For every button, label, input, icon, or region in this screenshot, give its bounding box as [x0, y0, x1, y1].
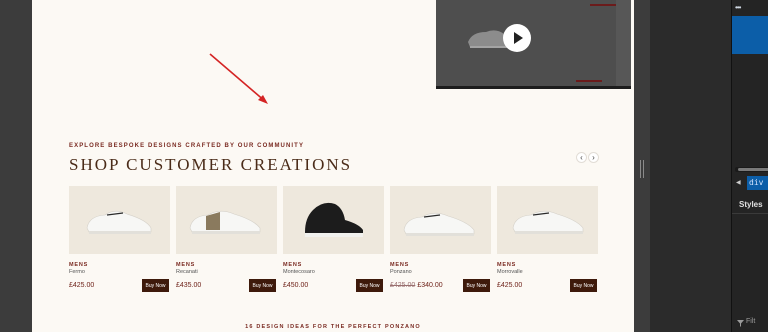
- video-accent-line: [576, 80, 602, 82]
- play-icon: [514, 32, 523, 44]
- product-image: [283, 186, 384, 254]
- devtools-scrollbar-thumb[interactable]: [738, 168, 768, 171]
- video-player[interactable]: [436, 0, 631, 89]
- sale-price: £340.00: [417, 282, 443, 289]
- product-category: MENS: [497, 262, 517, 268]
- product-category: MENS: [176, 262, 196, 268]
- product-category: MENS: [283, 262, 303, 268]
- design-ideas-link[interactable]: 16 DESIGN IDEAS FOR THE PERFECT PONZANO: [32, 324, 634, 330]
- original-price: £425.00: [390, 282, 416, 289]
- current-price: £425.00: [69, 282, 95, 289]
- product-name[interactable]: Morrovalle: [497, 269, 523, 275]
- buy-now-button[interactable]: Buy Now: [463, 279, 490, 292]
- buy-now-button[interactable]: Buy Now: [356, 279, 383, 292]
- product-image: [176, 186, 277, 254]
- current-price: £435.00: [176, 282, 202, 289]
- product-price: £425.00: [69, 282, 94, 289]
- more-options-icon[interactable]: •••: [735, 3, 741, 12]
- carousel-prev-button[interactable]: ‹: [576, 152, 587, 163]
- product-price: £425.00 £340.00: [390, 282, 443, 289]
- devtools-empty-pane: [650, 0, 731, 332]
- product-category: MENS: [69, 262, 89, 268]
- breadcrumb-element[interactable]: div: [747, 176, 768, 190]
- product-page: EXPLORE BESPOKE DESIGNS CRAFTED BY OUR C…: [32, 0, 634, 332]
- product-card[interactable]: MENS Ponzano £425.00 £340.00 Buy Now: [390, 186, 491, 296]
- product-image: [69, 186, 170, 254]
- buy-now-button[interactable]: Buy Now: [570, 279, 597, 292]
- product-name[interactable]: Fermo: [69, 269, 85, 275]
- product-card[interactable]: MENS Morrovalle £425.00 Buy Now: [497, 186, 598, 296]
- product-image: [497, 186, 598, 254]
- red-arrow-annotation: [209, 53, 268, 104]
- buy-now-button[interactable]: Buy Now: [249, 279, 276, 292]
- product-name[interactable]: Ponzano: [390, 269, 412, 275]
- product-name[interactable]: Montecosaro: [283, 269, 315, 275]
- carousel-next-button[interactable]: ›: [588, 152, 599, 163]
- chevron-left-icon: ‹: [580, 152, 583, 162]
- current-price: £425.00: [497, 282, 523, 289]
- section-eyebrow: EXPLORE BESPOKE DESIGNS CRAFTED BY OUR C…: [69, 143, 305, 149]
- product-name[interactable]: Recanati: [176, 269, 198, 275]
- product-category: MENS: [390, 262, 410, 268]
- product-card[interactable]: MENS Recanati £435.00 Buy Now: [176, 186, 277, 296]
- product-carousel: MENS Fermo £425.00 Buy Now MENS Recanati…: [69, 186, 634, 296]
- breadcrumb-back-icon[interactable]: ◀: [736, 179, 741, 186]
- play-button[interactable]: [503, 24, 531, 52]
- product-card[interactable]: MENS Fermo £425.00 Buy Now: [69, 186, 170, 296]
- product-price: £435.00: [176, 282, 201, 289]
- filter-icon: [737, 320, 744, 327]
- chevron-right-icon: ›: [592, 152, 595, 162]
- product-price: £425.00: [497, 282, 522, 289]
- divider: [732, 213, 768, 214]
- tab-styles[interactable]: Styles: [739, 200, 763, 209]
- product-card[interactable]: MENS Montecosaro £450.00 Buy Now: [283, 186, 384, 296]
- devtools-selected-node[interactable]: [732, 16, 768, 54]
- product-price: £450.00: [283, 282, 308, 289]
- panel-resize-handle[interactable]: [640, 160, 644, 178]
- buy-now-button[interactable]: Buy Now: [142, 279, 169, 292]
- devtools-panel: ••• ◀ div Styles Filt: [731, 0, 768, 332]
- styles-filter-input[interactable]: Filt: [746, 318, 755, 325]
- section-title: SHOP CUSTOMER CREATIONS: [69, 155, 353, 174]
- video-accent-line: [590, 4, 616, 6]
- current-price: £450.00: [283, 282, 309, 289]
- product-image: [390, 186, 491, 254]
